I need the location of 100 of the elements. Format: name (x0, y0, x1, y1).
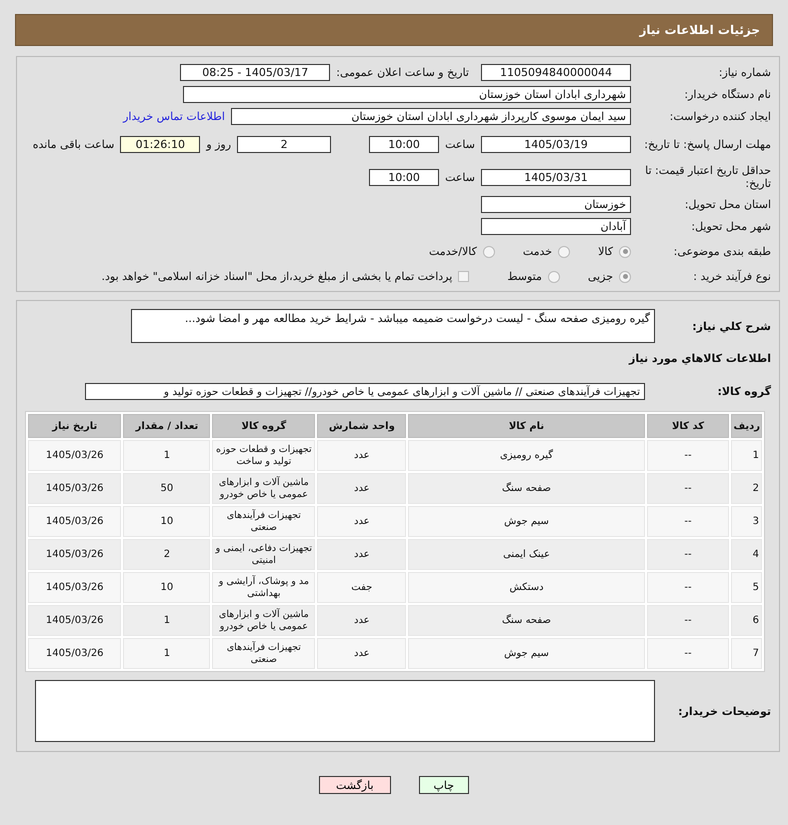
table-cell: -- (646, 605, 730, 636)
days-label: روز و (206, 138, 232, 150)
table-cell: عدد (317, 473, 406, 504)
table-cell: 4 (731, 539, 762, 570)
table-cell: تجهیزات فرآیندهای صنعتی (212, 506, 316, 537)
table-cell: 1405/03/26 (28, 605, 122, 636)
time-field: 10:00 (369, 168, 440, 186)
page-title: جزئیات اطلاعات نیاز (639, 23, 760, 37)
field-label: نام دستگاه خریدار: (683, 88, 771, 101)
field-label: شهر محل تحویل: (690, 220, 771, 233)
table-cell: 3 (731, 506, 762, 537)
date-field: 1405/03/19 (481, 136, 631, 152)
field-label: نوع فرآیند خرید : (692, 270, 771, 283)
time-field: 10:00 (369, 136, 440, 152)
table-cell: 1405/03/26 (28, 473, 122, 504)
option-label: کالا (598, 245, 613, 258)
column-header: نام کالا (408, 414, 645, 438)
table-cell: 10 (123, 572, 210, 603)
need-number-field: 1105094840000044 (481, 64, 631, 81)
field-label: شماره نیاز: (718, 66, 771, 79)
province-field: خوزستان (481, 196, 631, 213)
table-cell: 1 (123, 440, 210, 471)
table-cell: جفت (317, 572, 406, 603)
contact-link[interactable]: اطلاعات تماس خریدار (123, 110, 225, 123)
field-label: شرح کلي نياز: (691, 320, 771, 332)
remaining-time-field: 01:26:10 (120, 136, 200, 152)
column-header: ردیف (731, 414, 762, 438)
table-cell: صفحه سنگ (408, 473, 645, 504)
radio-button[interactable] (482, 246, 495, 258)
option-label: خدمت (522, 245, 552, 258)
table-cell: سیم جوش (408, 638, 645, 669)
table-cell: عدد (317, 539, 406, 570)
column-header: گروه کالا (212, 414, 316, 438)
table-cell: گیره رومیزی (408, 440, 645, 471)
section-title: اطلاعات کالاهاي مورد نياز (629, 352, 771, 365)
table-cell: 2 (731, 473, 762, 504)
notes-field[interactable] (35, 680, 655, 742)
date-field: 1405/03/31 (481, 168, 631, 186)
radio-button[interactable] (619, 246, 631, 258)
back-button[interactable]: بازگشت (318, 776, 391, 794)
time-label: ساعت (445, 170, 475, 184)
field-label: حداقل تاریخ اعتبار قیمت: تا تاریخ: (644, 164, 771, 190)
table-cell: مد و پوشاک، آرایشی و بهداشتی (212, 572, 316, 603)
table-cell: -- (646, 638, 730, 669)
table-cell: -- (646, 539, 730, 570)
table-cell: 50 (123, 473, 210, 504)
field-label: مهلت ارسال پاسخ: تا تاریخ: (643, 138, 771, 150)
table-cell: 1405/03/26 (28, 539, 122, 570)
table-cell: تجهیزات و قطعات حوزه تولید و ساخت (212, 440, 316, 471)
print-button[interactable]: چاپ (418, 776, 470, 794)
checkbox[interactable] (458, 271, 470, 282)
column-header: تاریخ نیاز (28, 414, 122, 438)
table-cell: عدد (317, 506, 406, 537)
field-label: گروه کالا: (716, 385, 771, 398)
table-cell: 10 (123, 506, 210, 537)
table-cell: 1 (123, 605, 210, 636)
table-cell: 1405/03/26 (28, 506, 122, 537)
table-cell: 1405/03/26 (28, 440, 122, 471)
announce-date-field: 1405/03/17 - 08:25 (180, 64, 330, 81)
table-cell: صفحه سنگ (408, 605, 645, 636)
table-cell: عدد (317, 605, 406, 636)
table-cell: 1 (123, 638, 210, 669)
table-cell: تجهیزات دفاعی، ایمنی و امنیتی (212, 539, 316, 570)
radio-button[interactable] (548, 270, 560, 282)
time-label: ساعت (445, 138, 475, 150)
field-label: تاریخ و ساعت اعلان عمومی: (336, 66, 469, 79)
table-cell: -- (646, 440, 730, 471)
table-cell: ماشین آلات و ابزارهای عمومی یا خاص خودرو (212, 473, 316, 504)
field-label: توضیحات خریدار: (677, 704, 771, 718)
table-cell: 2 (123, 539, 210, 570)
radio-button[interactable] (619, 270, 631, 282)
checkbox-label: پرداخت تمام یا بخشی از مبلغ خرید،از محل "اسناد خزانه اسلامی" خواهد بود. (102, 270, 452, 283)
table-cell: -- (646, 506, 730, 537)
column-header: کد کالا (646, 414, 730, 438)
field-label: طبقه بندی موضوعی: (672, 245, 771, 258)
table-cell: ماشین آلات و ابزارهای عمومی یا خاص خودرو (212, 605, 316, 636)
option-label: کالا/خدمت (429, 245, 477, 258)
field-label: استان محل تحویل: (684, 198, 771, 211)
description-field: گیره رومیزی صفحه سنگ - لیست درخواست ضمیمه میباشد - شرایط خرید مطالعه مهر و امضا شود... (131, 309, 655, 343)
column-header: واحد شمارش (317, 414, 406, 438)
option-label: متوسط (507, 270, 542, 283)
table-cell: 6 (731, 605, 762, 636)
field-label: ایجاد کننده درخواست: (668, 110, 771, 123)
table-cell: 1405/03/26 (28, 638, 122, 669)
table-cell: سیم جوش (408, 506, 645, 537)
remaining-label: ساعت باقی مانده (32, 138, 114, 150)
table-cell: دستکش (408, 572, 645, 603)
table-cell: 1 (731, 440, 762, 471)
table-cell: عینک ایمنی (408, 539, 645, 570)
buyer-field: شهرداری ابادان استان خوزستان (183, 86, 631, 103)
table-cell: -- (646, 473, 730, 504)
table-cell: -- (646, 572, 730, 603)
city-field: آبادان (481, 218, 631, 235)
table-cell: عدد (317, 638, 406, 669)
requester-field: سید ایمان موسوی کارپرداز شهرداری ابادان استان خوزستان (231, 108, 631, 125)
option-label: جزیی (588, 270, 613, 283)
table-cell: 5 (731, 572, 762, 603)
radio-button[interactable] (558, 246, 570, 258)
days-field: 2 (237, 136, 332, 152)
item-group-field: تجهیزات فرآیندهای صنعتی // ماشین آلات و ابزارهای عمومی یا خاص خودرو// تجهیزات و قطعات حوزه تولید و (85, 383, 645, 400)
